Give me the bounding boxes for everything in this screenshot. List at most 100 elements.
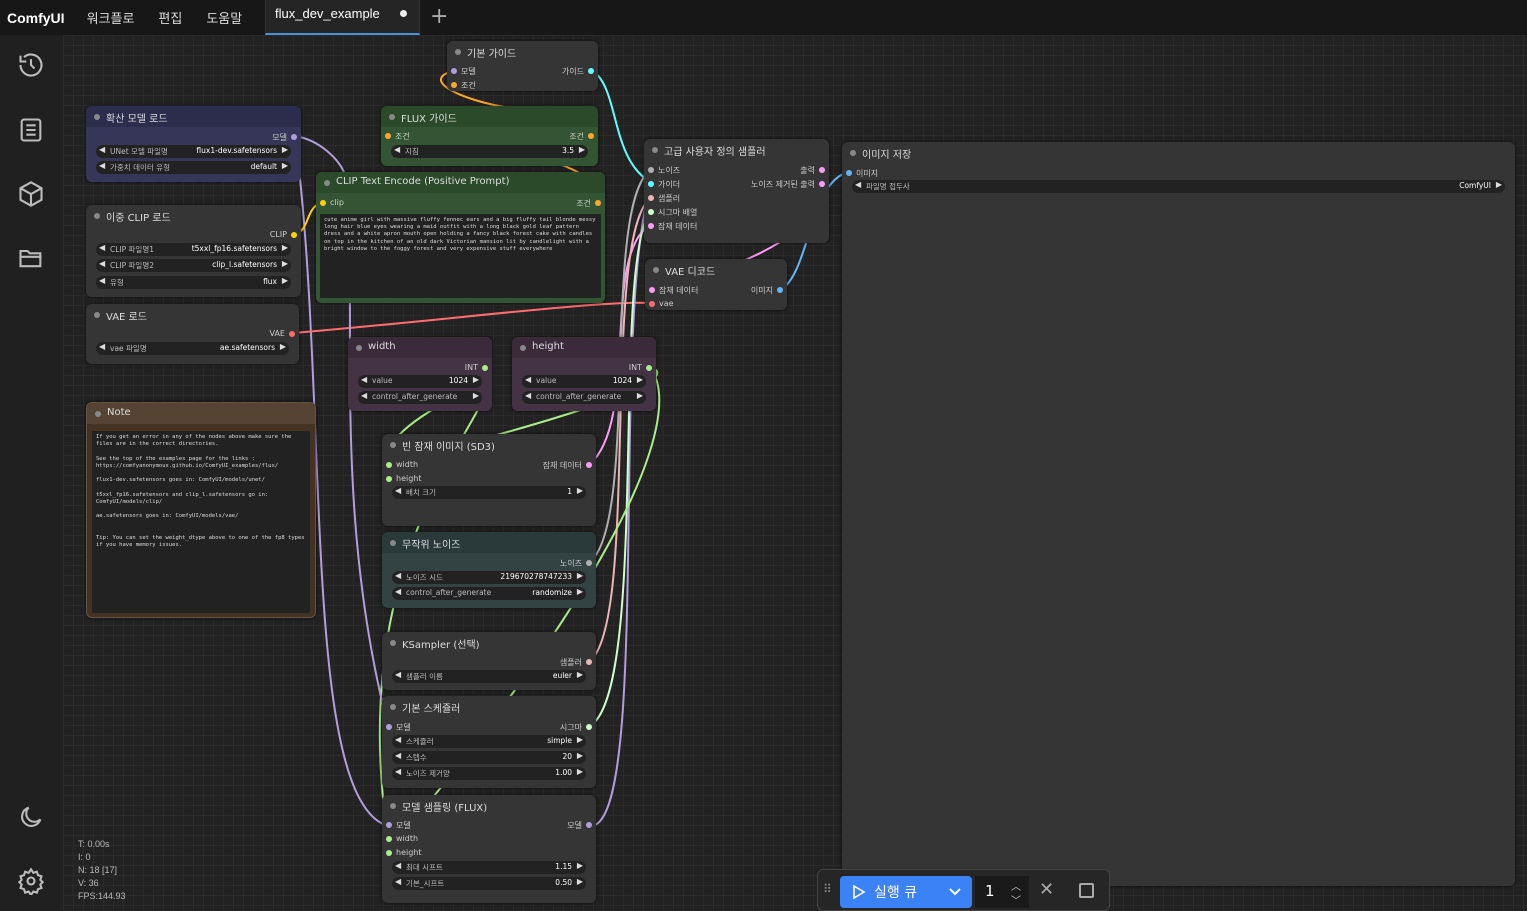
node-ksampler-select[interactable]: KSampler (선택) 샘플러 샘플러 이름 euler: [382, 632, 596, 690]
node-title[interactable]: 이중 CLIP 로드: [86, 205, 301, 226]
node-title[interactable]: KSampler (선택): [382, 632, 596, 653]
input-slot[interactable]: [320, 200, 326, 206]
node-save-image[interactable]: 이미지 저장 이미지 파일명 접두사 ComfyUI: [842, 142, 1515, 886]
input-slot[interactable]: [451, 68, 457, 74]
drag-handle-icon[interactable]: ⠿: [823, 882, 832, 896]
input-slot[interactable]: [648, 181, 654, 187]
node-sampler-custom-advanced[interactable]: 고급 사용자 정의 샘플러 노이즈 가이더 샘플러 시그마 배열 잠재 데이터 …: [644, 139, 829, 243]
input-slot[interactable]: [846, 170, 852, 176]
prompt-textarea[interactable]: cute anime girl with massive fluffy fenn…: [320, 214, 601, 298]
vae-name-widget[interactable]: vae 파일명 ae.safetensors: [96, 342, 289, 355]
input-slot[interactable]: [385, 133, 391, 139]
node-title[interactable]: VAE 로드: [86, 304, 299, 325]
batch-count-input[interactable]: 1 ︿ ﹀: [975, 876, 1029, 908]
output-slot[interactable]: [777, 287, 783, 293]
node-title[interactable]: 고급 사용자 정의 샘플러: [644, 139, 829, 160]
input-slot[interactable]: [451, 82, 457, 88]
output-slot[interactable]: [588, 68, 594, 74]
history-icon[interactable]: [17, 51, 45, 79]
clip-type-widget[interactable]: 유형 flux: [96, 276, 291, 289]
input-slot[interactable]: [386, 462, 392, 468]
add-tab-icon[interactable]: +: [430, 4, 448, 29]
input-slot[interactable]: [648, 167, 654, 173]
seed-control-widget[interactable]: control_after_generate randomize: [392, 587, 586, 600]
node-random-noise[interactable]: 무작위 노이즈 노이즈 노이즈 시드 219670278747233 contro…: [382, 532, 596, 608]
input-slot[interactable]: [649, 287, 655, 293]
node-title[interactable]: 확산 모델 로드: [86, 106, 301, 127]
node-title[interactable]: VAE 디코드: [645, 259, 787, 280]
workflows-folder-icon[interactable]: [17, 244, 45, 272]
node-vae-loader[interactable]: VAE 로드 VAE vae 파일명 ae.safetensors: [86, 304, 299, 364]
output-slot[interactable]: [819, 167, 825, 173]
decrement-icon[interactable]: ﹀: [1011, 892, 1021, 907]
output-slot[interactable]: [291, 232, 297, 238]
node-dual-clip-loader[interactable]: 이중 CLIP 로드 CLIP CLIP 파일명1 t5xxl_fp16.safe…: [86, 205, 301, 297]
sampler-name-widget[interactable]: 샘플러 이름 euler: [392, 670, 586, 683]
node-title[interactable]: Note: [87, 403, 315, 424]
increment-icon[interactable]: ︿: [1011, 878, 1021, 893]
model-library-cube-icon[interactable]: [17, 180, 45, 208]
output-slot[interactable]: [586, 822, 592, 828]
node-vae-decode[interactable]: VAE 디코드 잠재 데이터 vae 이미지: [645, 259, 787, 310]
unet-name-widget[interactable]: UNet 모델 파일명 flux1-dev.safetensors: [96, 145, 291, 158]
node-height-primitive[interactable]: height INT value 1024 control_after_gener…: [512, 337, 656, 411]
output-slot[interactable]: [588, 133, 594, 139]
node-title[interactable]: FLUX 가이드: [381, 106, 598, 127]
settings-gear-icon[interactable]: [17, 867, 45, 895]
filename-prefix-widget[interactable]: 파일명 접두사 ComfyUI: [852, 180, 1505, 193]
max-shift-widget[interactable]: 최대 시프트 1.15: [392, 861, 586, 874]
menu-workflow[interactable]: 워크플로: [75, 8, 147, 27]
width-control-widget[interactable]: control_after_generate: [358, 391, 482, 404]
output-slot[interactable]: [482, 365, 488, 371]
node-title[interactable]: 빈 잠재 이미지 (SD3): [382, 434, 596, 455]
output-slot[interactable]: [586, 659, 592, 665]
input-slot[interactable]: [386, 850, 392, 856]
node-flux-guidance[interactable]: FLUX 가이드 조건 조건 지침 3.5: [381, 106, 598, 166]
batch-size-widget[interactable]: 배치 크기 1: [392, 486, 586, 499]
input-slot[interactable]: [386, 836, 392, 842]
node-title[interactable]: width: [348, 337, 492, 358]
denoise-widget[interactable]: 노이즈 제거양 1.00: [392, 767, 586, 780]
node-title[interactable]: 기본 스케쥴러: [382, 696, 596, 717]
queue-run-button[interactable]: 실행 큐: [840, 876, 972, 908]
node-note[interactable]: Note If you get an error in any of the n…: [86, 402, 316, 618]
output-slot[interactable]: [289, 331, 295, 337]
theme-moon-icon[interactable]: [17, 803, 45, 831]
chevron-down-icon[interactable]: [948, 887, 962, 897]
node-empty-sd3-latent[interactable]: 빈 잠재 이미지 (SD3) width height 잠재 데이터 배치 크기…: [382, 434, 596, 526]
guidance-widget[interactable]: 지침 3.5: [391, 145, 588, 158]
output-slot[interactable]: [819, 181, 825, 187]
node-basic-scheduler[interactable]: 기본 스케쥴러 모델 시그마 스케쥴러 simple 스텝수 20 노이즈 제거양 1…: [382, 696, 596, 788]
node-basic-guider[interactable]: 기본 가이드 모델 조건 가이드: [447, 41, 598, 91]
height-control-widget[interactable]: control_after_generate: [522, 391, 646, 404]
input-slot[interactable]: [648, 195, 654, 201]
output-slot[interactable]: [586, 462, 592, 468]
height-value-widget[interactable]: value 1024: [522, 375, 646, 388]
base-shift-widget[interactable]: 기본_시프트 0.50: [392, 877, 586, 890]
clip-name2-widget[interactable]: CLIP 파일명2 clip_l.safetensors: [96, 259, 291, 272]
input-slot[interactable]: [386, 724, 392, 730]
width-value-widget[interactable]: value 1024: [358, 375, 482, 388]
steps-widget[interactable]: 스텝수 20: [392, 751, 586, 764]
output-slot[interactable]: [586, 560, 592, 566]
clip-name1-widget[interactable]: CLIP 파일명1 t5xxl_fp16.safetensors: [96, 243, 291, 256]
output-slot[interactable]: [291, 134, 297, 140]
node-title[interactable]: CLIP Text Encode (Positive Prompt): [316, 172, 605, 193]
node-model-sampling-flux[interactable]: 모델 샘플링 (FLUX) 모델 width height 모델 최대 시프트 1…: [382, 795, 596, 903]
output-slot[interactable]: [595, 200, 601, 206]
output-slot[interactable]: [646, 365, 652, 371]
input-slot[interactable]: [648, 223, 654, 229]
input-slot[interactable]: [649, 301, 655, 307]
queue-list-icon[interactable]: [17, 116, 45, 144]
input-slot[interactable]: [386, 476, 392, 482]
node-title[interactable]: 무작위 노이즈: [382, 532, 596, 553]
noise-seed-widget[interactable]: 노이즈 시드 219670278747233: [392, 571, 586, 584]
node-title[interactable]: height: [512, 337, 656, 358]
output-slot[interactable]: [586, 724, 592, 730]
input-slot[interactable]: [386, 822, 392, 828]
stop-square-icon[interactable]: [1079, 883, 1094, 898]
workflow-tab[interactable]: flux_dev_example: [265, 0, 420, 35]
menu-edit[interactable]: 편집: [146, 8, 194, 27]
node-width-primitive[interactable]: width INT value 1024 control_after_genera…: [348, 337, 492, 411]
node-clip-text-encode[interactable]: CLIP Text Encode (Positive Prompt) clip …: [316, 172, 605, 303]
